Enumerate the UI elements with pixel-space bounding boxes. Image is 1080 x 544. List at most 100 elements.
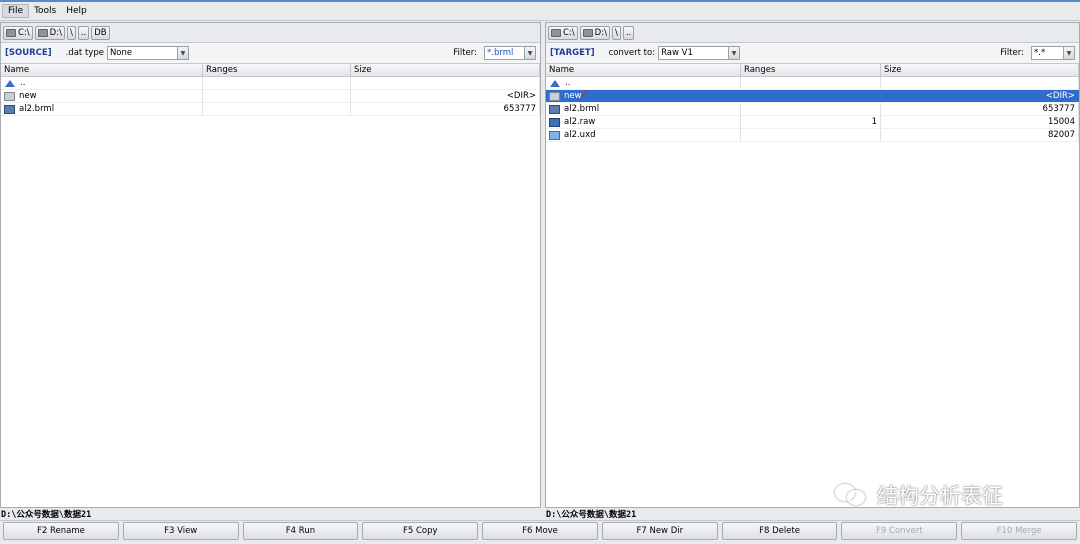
rename-button[interactable]: F2 Rename [3, 522, 119, 540]
size-cell: 82007 [881, 129, 1079, 141]
table-row[interactable]: new <DIR> [1, 90, 540, 103]
chevron-down-icon[interactable]: ▼ [176, 47, 188, 59]
convert-to-value: Raw V1 [661, 48, 693, 58]
drive-icon [551, 28, 561, 37]
db-label: DB [94, 27, 107, 38]
drive-label: C:\ [18, 27, 30, 38]
source-options-bar: [SOURCE] .dat type None ▼ Filter: *.brml… [1, 43, 540, 64]
file-name: al2.uxd [564, 130, 596, 140]
menu-file[interactable]: File [2, 4, 30, 18]
name-cell: al2.uxd [546, 129, 741, 141]
source-drive-bar: C:\ D:\ \ .. DB [1, 23, 540, 43]
name-cell: .. [546, 77, 741, 89]
raw-file-icon [549, 117, 560, 127]
brml-file-icon [549, 104, 560, 114]
target-drive-bar: C:\ D:\ \ .. [546, 23, 1079, 43]
chevron-down-icon[interactable]: ▼ [524, 47, 535, 59]
ranges-cell [741, 103, 881, 115]
table-row[interactable]: al2.uxd 82007 [546, 129, 1079, 142]
ranges-cell [203, 103, 351, 115]
watermark-text: 结构分析表征 [877, 484, 1003, 508]
target-tag: [TARGET] [550, 48, 595, 58]
drive-label: D:\ [594, 27, 607, 38]
move-button[interactable]: F6 Move [482, 522, 598, 540]
column-name[interactable]: Name [546, 64, 741, 76]
table-row[interactable]: al2.raw 1 15004 [546, 116, 1079, 129]
column-name[interactable]: Name [1, 64, 203, 76]
column-ranges[interactable]: Ranges [203, 64, 351, 76]
source-parent-button[interactable]: .. [77, 25, 90, 40]
drive-label: C:\ [563, 27, 575, 38]
column-ranges[interactable]: Ranges [741, 64, 881, 76]
chevron-down-icon[interactable]: ▼ [728, 47, 740, 59]
source-filter: Filter: *.brml ▼ [453, 46, 536, 60]
filter-label: Filter: [1000, 48, 1024, 58]
wechat-logo-icon [835, 482, 869, 508]
target-parent-button[interactable]: .. [622, 25, 635, 40]
target-pane: C:\ D:\ \ .. [TARGET] convert to: Raw V1… [545, 22, 1080, 508]
run-button[interactable]: F4 Run [242, 522, 359, 540]
target-filter: Filter: *.* ▼ [1000, 46, 1075, 60]
source-db-button[interactable]: DB [91, 25, 110, 40]
menu-bar: File Tools Help [0, 2, 1080, 21]
up-arrow-icon [5, 79, 15, 87]
source-drive-c-button[interactable]: C:\ [3, 25, 33, 40]
table-row[interactable]: al2.brml 653777 [546, 103, 1079, 116]
delete-button[interactable]: F8 Delete [721, 522, 838, 540]
column-size[interactable]: Size [351, 64, 540, 76]
brml-file-icon [4, 104, 15, 114]
table-row[interactable]: .. [1, 77, 540, 90]
target-table-header: Name Ranges Size [546, 64, 1079, 77]
name-cell: new [1, 90, 203, 102]
table-row-selected[interactable]: new <DIR> ✓ [546, 87, 1079, 103]
menu-help[interactable]: Help [61, 4, 92, 18]
source-tag: [SOURCE] [5, 48, 52, 58]
new-dir-button[interactable]: F7 New Dir [601, 522, 718, 540]
drive-label: D:\ [49, 27, 62, 38]
dat-type-select[interactable]: None ▼ [106, 46, 189, 60]
target-drive-c-button[interactable]: C:\ [548, 25, 578, 40]
source-root-button[interactable]: \ [66, 25, 76, 40]
name-cell: al2.brml [1, 103, 203, 115]
ranges-cell [741, 77, 881, 89]
ranges-cell [741, 129, 881, 141]
filter-label: Filter: [453, 48, 477, 58]
name-cell: new [546, 90, 741, 102]
up-arrow-icon [550, 79, 560, 87]
size-cell [881, 77, 1079, 89]
convert-button[interactable]: F9 Convert [841, 522, 958, 540]
root-label: \ [69, 27, 73, 38]
dat-type-label: .dat type [65, 48, 104, 58]
target-filter-select[interactable]: *.* ▼ [1031, 46, 1075, 60]
convert-to-select[interactable]: Raw V1 ▼ [658, 46, 741, 60]
file-name: al2.brml [564, 104, 600, 114]
folder-icon [4, 91, 15, 101]
table-row[interactable]: al2.brml 653777 [1, 103, 540, 116]
size-cell [351, 77, 540, 89]
ranges-cell [203, 77, 351, 89]
view-button[interactable]: F3 View [122, 522, 239, 540]
merge-button[interactable]: F10 Merge [961, 522, 1078, 540]
table-row[interactable]: .. [546, 77, 1079, 90]
watermark: 结构分析表征 [835, 480, 1003, 510]
chevron-down-icon[interactable]: ▼ [1063, 47, 1074, 59]
file-name: .. [20, 78, 26, 88]
target-root-button[interactable]: \ [611, 25, 621, 40]
copy-button[interactable]: F5 Copy [362, 522, 479, 540]
file-name: al2.brml [19, 104, 55, 114]
parent-label: .. [625, 27, 632, 38]
source-filter-select[interactable]: *.brml ▼ [484, 46, 536, 60]
convert-to-label: convert to: [608, 48, 656, 58]
size-cell: <DIR> [881, 90, 1079, 102]
target-drive-d-button[interactable]: D:\ [579, 25, 610, 40]
name-cell: al2.raw [546, 116, 741, 128]
checkmark-icon: ✓ [579, 87, 590, 102]
size-cell: 653777 [351, 103, 540, 115]
ranges-cell [203, 90, 351, 102]
file-name: .. [565, 78, 571, 88]
column-size[interactable]: Size [881, 64, 1079, 76]
source-drive-d-button[interactable]: D:\ [34, 25, 65, 40]
file-name: al2.raw [564, 117, 596, 127]
menu-tools[interactable]: Tools [29, 4, 61, 18]
root-label: \ [614, 27, 618, 38]
